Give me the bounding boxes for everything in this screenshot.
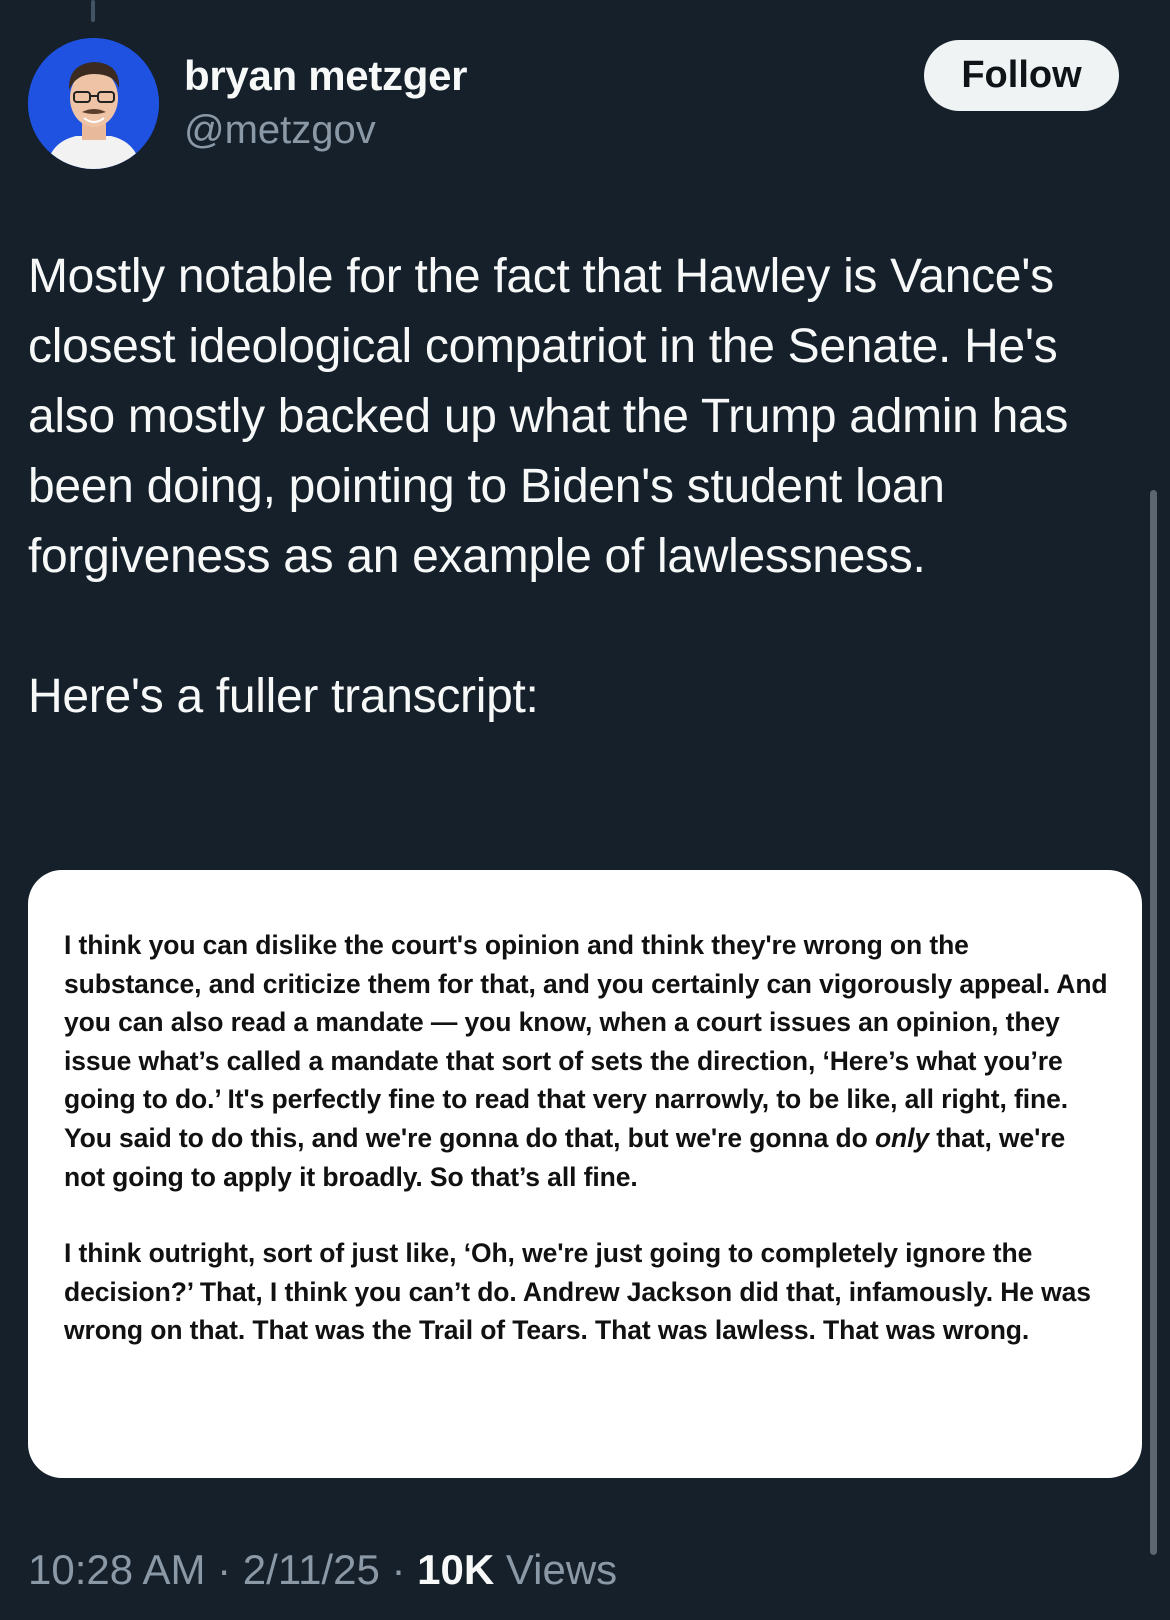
thread-connector-line bbox=[91, 0, 95, 22]
transcript-paragraph: I think you can dislike the court's opin… bbox=[64, 926, 1108, 1196]
tweet-date[interactable]: 2/11/25 bbox=[243, 1546, 380, 1593]
author-avatar[interactable] bbox=[28, 38, 159, 169]
tweet-text: Mostly notable for the fact that Hawley … bbox=[28, 242, 1138, 732]
transcript-text: I think you can dislike the court's opin… bbox=[64, 930, 1108, 1153]
author-handle[interactable]: @metzgov bbox=[184, 108, 376, 153]
views-label: Views bbox=[494, 1546, 618, 1593]
scrollbar[interactable] bbox=[1150, 490, 1157, 1555]
views-count[interactable]: 10K bbox=[417, 1546, 494, 1593]
transcript-emphasis: only bbox=[874, 1122, 930, 1153]
profile-photo-icon bbox=[28, 38, 159, 169]
meta-separator: · bbox=[205, 1546, 243, 1593]
tweet-paragraph: Here's a fuller transcript: bbox=[28, 670, 539, 723]
meta-separator: · bbox=[379, 1546, 418, 1593]
follow-button[interactable]: Follow bbox=[924, 40, 1119, 111]
attached-image-transcript[interactable]: I think you can dislike the court's opin… bbox=[28, 870, 1142, 1478]
tweet-metadata: 10:28 AM · 2/11/25 · 10K Views bbox=[28, 1546, 617, 1594]
transcript-paragraph: I think outright, sort of just like, ‘Oh… bbox=[64, 1238, 1091, 1346]
author-display-name[interactable]: bryan metzger bbox=[184, 52, 468, 100]
tweet-paragraph: Mostly notable for the fact that Hawley … bbox=[28, 250, 1069, 583]
tweet-time[interactable]: 10:28 AM bbox=[28, 1546, 205, 1593]
